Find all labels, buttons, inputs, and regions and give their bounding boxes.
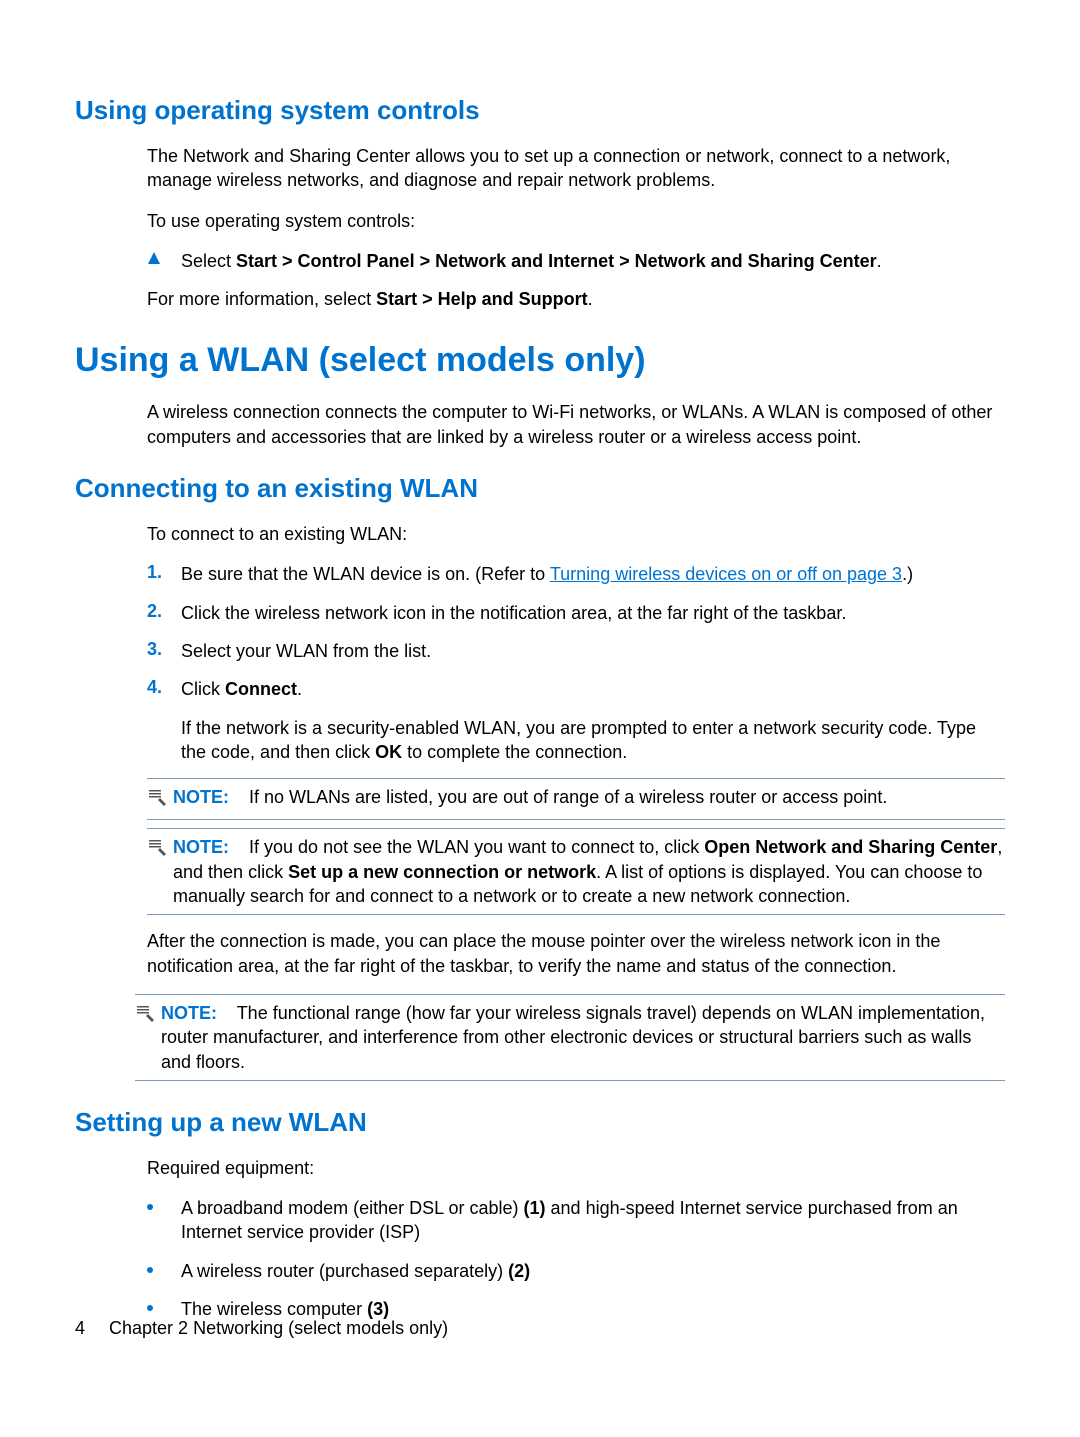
list-item: 4. Click Connect. If the network is a se…: [147, 677, 1005, 764]
triangle-icon: [147, 249, 181, 273]
bold-text: (3): [367, 1299, 389, 1319]
note-label: NOTE:: [161, 1003, 217, 1023]
heading-using-wlan: Using a WLAN (select models only): [75, 341, 1005, 380]
text-run: .: [877, 251, 882, 271]
text-run: For more information, select: [147, 289, 376, 309]
note-text: The functional range (how far your wirel…: [161, 1003, 985, 1072]
sub-paragraph: If the network is a security-enabled WLA…: [181, 716, 1005, 765]
text-run: Click: [181, 679, 225, 699]
note-callout: NOTE: If no WLANs are listed, you are ou…: [147, 778, 1005, 820]
step-text: Click Connect. If the network is a secur…: [181, 677, 1005, 764]
text-run: A broadband modem (either DSL or cable): [181, 1198, 524, 1218]
step-number: 2.: [147, 601, 181, 625]
step-number: 1.: [147, 562, 181, 586]
bold-text: Set up a new connection or network: [288, 862, 596, 882]
note-content: NOTE: If you do not see the WLAN you wan…: [173, 835, 1005, 908]
paragraph: To use operating system controls:: [147, 209, 1005, 233]
document-page: Using operating system controls The Netw…: [0, 0, 1080, 1437]
text-run: Select: [181, 251, 236, 271]
paragraph: A wireless connection connects the compu…: [147, 400, 1005, 449]
list-item: 2. Click the wireless network icon in th…: [147, 601, 1005, 625]
procedure-step: Select Start > Control Panel > Network a…: [147, 249, 1005, 273]
note-label: NOTE:: [173, 787, 229, 807]
heading-setting-up-wlan: Setting up a new WLAN: [75, 1107, 1005, 1138]
bold-text: Open Network and Sharing Center: [704, 837, 997, 857]
note-icon: [147, 837, 167, 908]
note-icon: [147, 787, 167, 813]
text-run: If you do not see the WLAN you want to c…: [249, 837, 704, 857]
list-item: A wireless router (purchased separately)…: [147, 1259, 1005, 1283]
bullet-text: A broadband modem (either DSL or cable) …: [181, 1196, 1005, 1245]
heading-os-controls: Using operating system controls: [75, 95, 1005, 126]
bullet-icon: [147, 1259, 181, 1283]
bullet-text: A wireless router (purchased separately)…: [181, 1259, 1005, 1283]
note-icon: [135, 1003, 155, 1074]
text-run: The wireless computer: [181, 1299, 367, 1319]
step-number: 3.: [147, 639, 181, 663]
text-run: .): [902, 564, 913, 584]
note-label: NOTE:: [173, 837, 229, 857]
paragraph: For more information, select Start > Hel…: [147, 287, 1005, 311]
note-callout: NOTE: The functional range (how far your…: [135, 994, 1005, 1081]
page-number: 4: [75, 1318, 85, 1339]
note-callout: NOTE: If you do not see the WLAN you wan…: [147, 828, 1005, 915]
paragraph: After the connection is made, you can pl…: [147, 929, 1005, 978]
bold-text: Start > Help and Support: [376, 289, 588, 309]
paragraph: Required equipment:: [147, 1156, 1005, 1180]
text-run: .: [297, 679, 302, 699]
bullet-icon: [147, 1196, 181, 1245]
list-item: 3. Select your WLAN from the list.: [147, 639, 1005, 663]
text-run: A wireless router (purchased separately): [181, 1261, 508, 1281]
bold-text: (1): [524, 1198, 546, 1218]
step-text: Click the wireless network icon in the n…: [181, 601, 1005, 625]
text-run: .: [588, 289, 593, 309]
step-text: Select Start > Control Panel > Network a…: [181, 249, 1005, 273]
list-item: 1. Be sure that the WLAN device is on. (…: [147, 562, 1005, 586]
bold-text: (2): [508, 1261, 530, 1281]
step-number: 4.: [147, 677, 181, 764]
list-item: A broadband modem (either DSL or cable) …: [147, 1196, 1005, 1245]
chapter-title: Chapter 2 Networking (select models only…: [109, 1318, 448, 1339]
note-text: If no WLANs are listed, you are out of r…: [249, 787, 887, 807]
step-text: Be sure that the WLAN device is on. (Ref…: [181, 562, 1005, 586]
heading-connecting-wlan: Connecting to an existing WLAN: [75, 473, 1005, 504]
cross-reference-link[interactable]: Turning wireless devices on or off on pa…: [550, 564, 902, 584]
paragraph: The Network and Sharing Center allows yo…: [147, 144, 1005, 193]
note-content: NOTE: If no WLANs are listed, you are ou…: [173, 785, 1005, 813]
step-text: Select your WLAN from the list.: [181, 639, 1005, 663]
text-run: to complete the connection.: [402, 742, 627, 762]
bold-text: Connect: [225, 679, 297, 699]
note-content: NOTE: The functional range (how far your…: [161, 1001, 1005, 1074]
text-run: Be sure that the WLAN device is on. (Ref…: [181, 564, 550, 584]
bold-text: Start > Control Panel > Network and Inte…: [236, 251, 877, 271]
paragraph: To connect to an existing WLAN:: [147, 522, 1005, 546]
bold-text: OK: [375, 742, 402, 762]
page-footer: 4 Chapter 2 Networking (select models on…: [75, 1318, 448, 1339]
